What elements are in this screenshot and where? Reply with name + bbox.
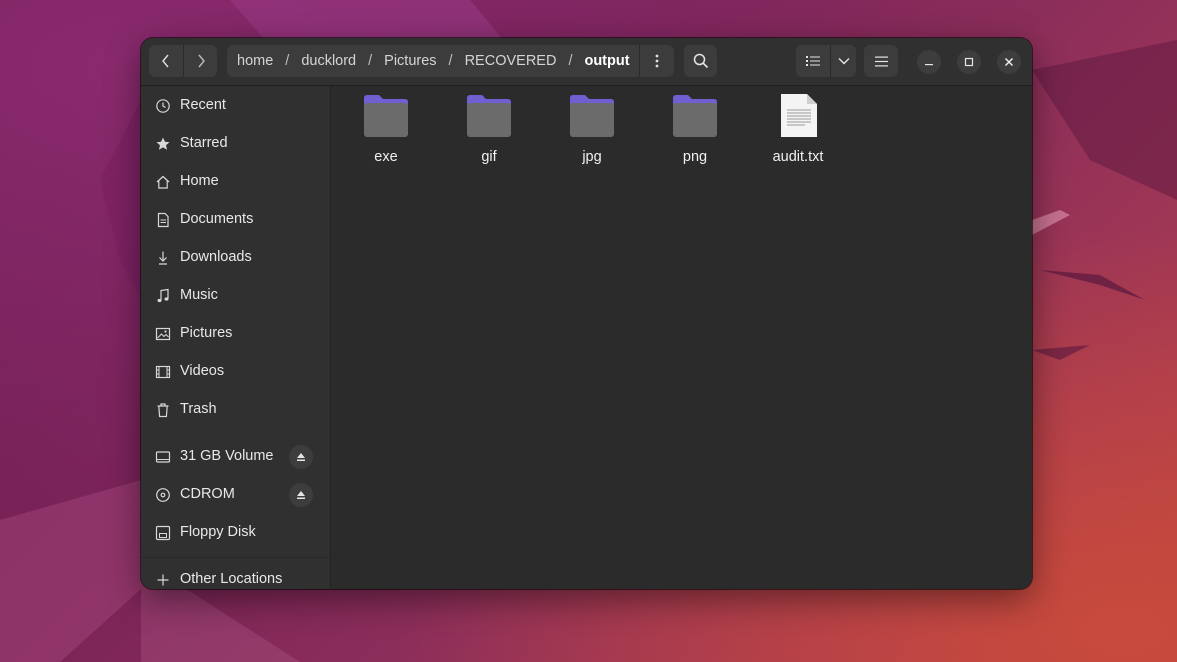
sidebar-divider: [141, 557, 330, 558]
file-name: audit.txt: [772, 149, 824, 165]
folder-icon: [364, 95, 408, 137]
sidebar-item-music[interactable]: Music: [141, 279, 330, 313]
view-switcher: [796, 45, 856, 77]
sidebar-item-label: Music: [180, 287, 218, 303]
sidebar-item-label: CDROM: [180, 486, 235, 502]
sidebar-item-downloads[interactable]: Downloads: [141, 241, 330, 275]
chevron-left-icon: [162, 54, 169, 68]
sidebar-item-pictures[interactable]: Pictures: [141, 317, 330, 351]
sidebar-item-label: Trash: [180, 401, 217, 417]
file-name: jpg: [582, 149, 602, 165]
download-icon: [159, 251, 167, 265]
sidebar-item-label: Pictures: [180, 325, 233, 341]
folder-item[interactable]: gif: [444, 94, 534, 174]
header-bar: home / ducklord / Pictures / RECOVERED /…: [141, 38, 1032, 86]
close-button[interactable]: [997, 50, 1021, 74]
folder-icon: [570, 95, 614, 137]
document-icon: [157, 212, 169, 228]
sidebar-item-label: Starred: [180, 135, 228, 151]
folder-item[interactable]: exe: [341, 94, 431, 174]
path-segment-user[interactable]: ducklord: [301, 53, 356, 69]
sidebar-item-other-locations[interactable]: Other Locations: [141, 563, 330, 589]
video-icon: [155, 365, 171, 379]
maximize-icon: [964, 57, 974, 67]
text-file-icon: [781, 94, 817, 137]
path-separator: /: [568, 53, 573, 69]
eject-button[interactable]: [289, 445, 313, 469]
sidebar-item-videos[interactable]: Videos: [141, 355, 330, 389]
sidebar: Recent Starred Home Documents Downloads …: [141, 86, 331, 589]
path-separator: /: [368, 53, 373, 69]
sidebar-item-label: Home: [180, 173, 219, 189]
chevron-right-icon: [197, 54, 205, 68]
path-segment-recovered[interactable]: RECOVERED: [465, 53, 557, 69]
sidebar-item-cdrom[interactable]: CDROM: [141, 478, 330, 512]
list-view-icon: [806, 56, 820, 66]
path-segment-home[interactable]: home: [237, 53, 273, 69]
maximize-button[interactable]: [957, 50, 981, 74]
minimize-icon: [925, 64, 933, 66]
trash-icon: [157, 403, 169, 418]
eject-icon: [297, 491, 305, 499]
drive-icon: [155, 451, 171, 463]
floppy-icon: [155, 525, 171, 541]
eject-button[interactable]: [289, 483, 313, 507]
sidebar-item-floppy-disk[interactable]: Floppy Disk: [141, 516, 330, 550]
file-view: exe gif jpg png audit.txt: [331, 86, 1032, 589]
forward-button[interactable]: [184, 45, 217, 77]
main-menu-button[interactable]: [864, 45, 898, 77]
sidebar-item-recent[interactable]: Recent: [141, 89, 330, 123]
sidebar-item-label: Other Locations: [180, 571, 283, 587]
file-name: exe: [374, 149, 398, 165]
path-segment-current[interactable]: output: [584, 53, 629, 69]
folder-icon: [467, 95, 511, 137]
file-name: png: [682, 149, 708, 165]
sidebar-item-trash[interactable]: Trash: [141, 393, 330, 427]
sidebar-item-home[interactable]: Home: [141, 165, 330, 199]
path-segment-pictures[interactable]: Pictures: [384, 53, 436, 69]
sidebar-item-label: Downloads: [180, 249, 252, 265]
sidebar-item-starred[interactable]: Starred: [141, 127, 330, 161]
path-separator: /: [285, 53, 290, 69]
sidebar-item-31gb-volume[interactable]: 31 GB Volume: [141, 440, 330, 474]
vertical-ellipsis-icon: [655, 54, 659, 68]
sidebar-item-label: Documents: [180, 211, 254, 227]
minimize-button[interactable]: [917, 50, 941, 74]
navigation-buttons: [149, 45, 217, 77]
path-separator: /: [448, 53, 453, 69]
folder-item[interactable]: jpg: [547, 94, 637, 174]
picture-icon: [155, 327, 171, 341]
file-manager-window: home / ducklord / Pictures / RECOVERED /…: [141, 38, 1032, 589]
search-button[interactable]: [684, 45, 717, 77]
close-icon: [1004, 57, 1014, 67]
sidebar-item-label: Videos: [180, 363, 225, 379]
folder-item[interactable]: png: [650, 94, 740, 174]
eject-icon: [297, 453, 305, 461]
sidebar-item-label: Recent: [180, 97, 226, 113]
list-view-button[interactable]: [796, 45, 830, 77]
plus-icon: [157, 574, 169, 586]
sidebar-item-documents[interactable]: Documents: [141, 203, 330, 237]
hamburger-menu-icon: [874, 56, 888, 66]
folder-icon: [673, 95, 717, 137]
path-bar: home / ducklord / Pictures / RECOVERED /…: [227, 45, 674, 77]
path-menu-button[interactable]: [639, 45, 674, 77]
file-item[interactable]: audit.txt: [753, 94, 843, 174]
file-name: gif: [481, 149, 497, 165]
music-icon: [157, 288, 169, 303]
star-icon: [156, 137, 170, 150]
search-icon: [693, 53, 708, 69]
view-options-button[interactable]: [831, 45, 856, 77]
back-button[interactable]: [149, 45, 183, 77]
sidebar-item-label: Floppy Disk: [180, 524, 256, 540]
sidebar-item-label: 31 GB Volume: [180, 448, 274, 464]
home-icon: [156, 175, 170, 189]
clock-icon: [156, 99, 170, 113]
disc-icon: [156, 488, 170, 502]
chevron-down-icon: [838, 58, 849, 65]
